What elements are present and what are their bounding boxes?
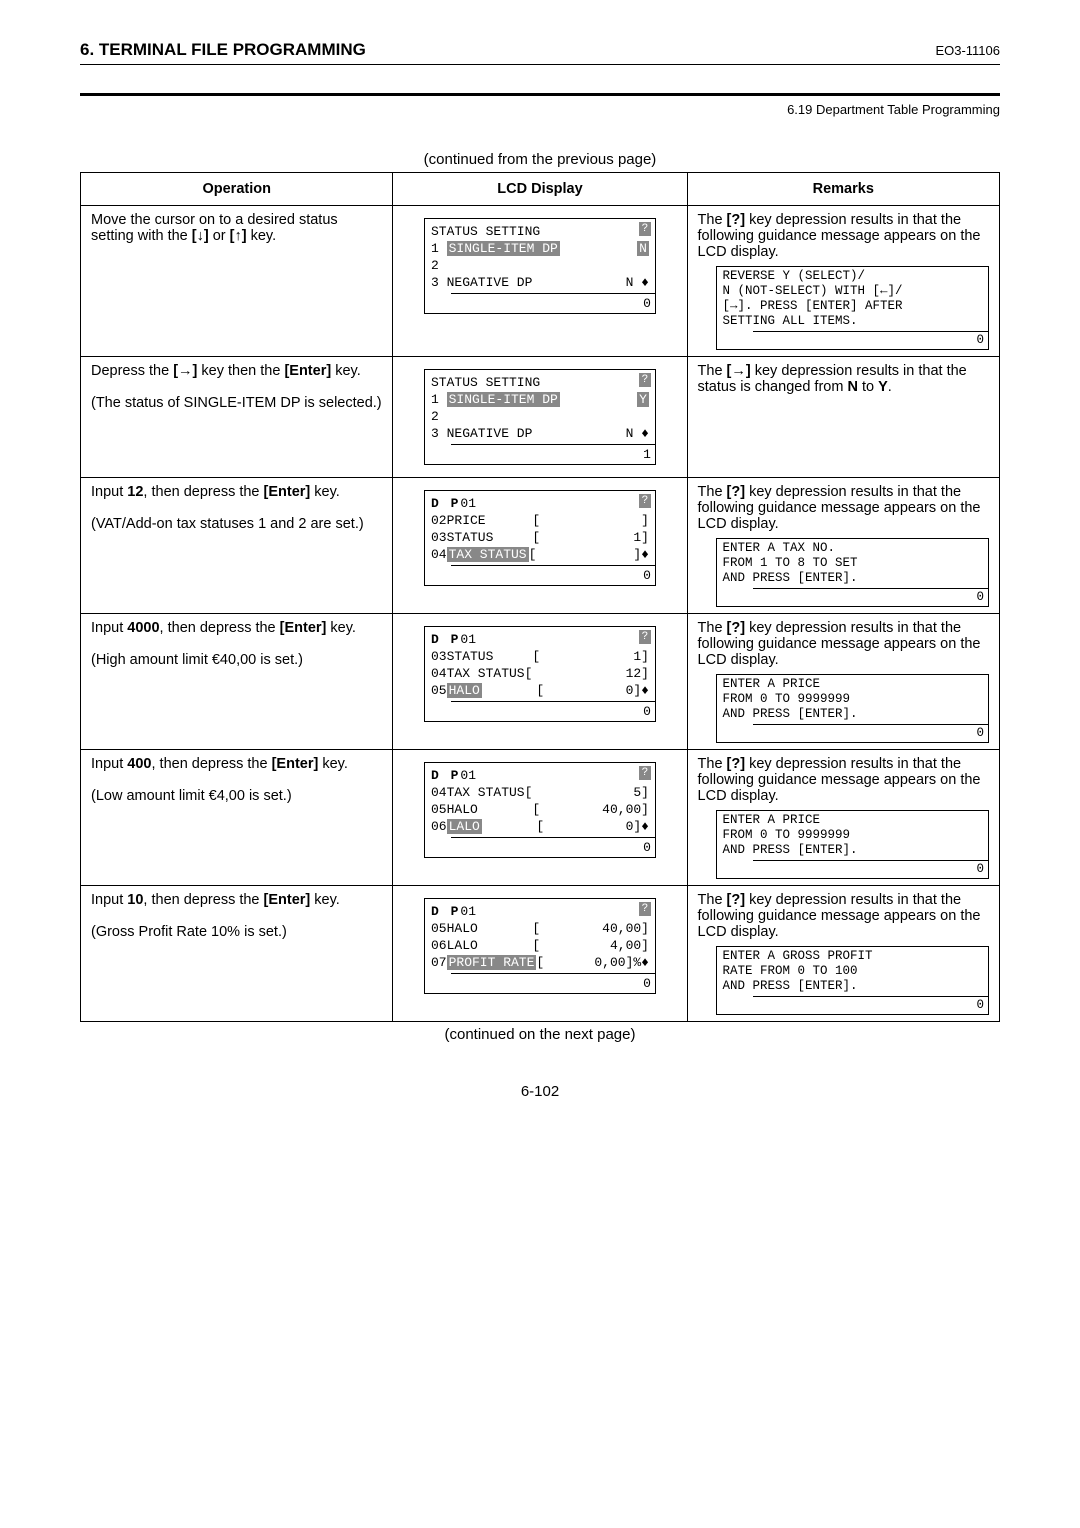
guidance-box: ENTER A GROSS PROFITRATE FROM 0 TO 100AN…	[716, 946, 989, 1015]
header-lcd: LCD Display	[393, 173, 687, 206]
lcd-cell: ?D P0103STATUS [1]04TAX STATUS[12]05HALO…	[393, 614, 687, 750]
operation-cell: Input 4000, then depress the [Enter] key…	[81, 614, 393, 750]
lcd-display: ?STATUS SETTING1 SINGLE-ITEM DPY23 NEGAT…	[424, 369, 656, 465]
lcd-display: ?D P0103STATUS [1]04TAX STATUS[12]05HALO…	[424, 626, 656, 722]
lcd-display: ?STATUS SETTING1 SINGLE-ITEM DPN23 NEGAT…	[424, 218, 656, 314]
lcd-display: ?D P0105HALO [40,00]06LALO [4,00]07PROFI…	[424, 898, 656, 994]
remarks-cell: The [?] key depression results in that t…	[687, 750, 999, 886]
help-indicator: ?	[639, 494, 651, 508]
header-operation: Operation	[81, 173, 393, 206]
help-indicator: ?	[639, 373, 651, 387]
help-indicator: ?	[639, 766, 651, 780]
continued-top: (continued from the previous page)	[80, 151, 1000, 168]
help-indicator: ?	[639, 630, 651, 644]
doc-code: EO3-11106	[935, 43, 1000, 58]
help-indicator: ?	[639, 222, 651, 236]
table-row: Move the cursor on to a desired status s…	[81, 206, 1000, 357]
table-row: Input 400, then depress the [Enter] key.…	[81, 750, 1000, 886]
subsection-title: 6.19 Department Table Programming	[80, 93, 1000, 117]
lcd-cell: ?STATUS SETTING1 SINGLE-ITEM DPY23 NEGAT…	[393, 357, 687, 478]
remarks-cell: The [?] key depression results in that t…	[687, 614, 999, 750]
guidance-box: ENTER A PRICEFROM 0 TO 9999999AND PRESS …	[716, 674, 989, 743]
guidance-box: REVERSE Y (SELECT)/N (NOT-SELECT) WITH […	[716, 266, 989, 350]
lcd-cell: ?D P0102PRICE []03STATUS [1]04TAX STATUS…	[393, 478, 687, 614]
table-row: Input 4000, then depress the [Enter] key…	[81, 614, 1000, 750]
lcd-display: ?D P0102PRICE []03STATUS [1]04TAX STATUS…	[424, 490, 656, 586]
section-title: 6. TERMINAL FILE PROGRAMMING	[80, 40, 366, 60]
table-row: Input 10, then depress the [Enter] key.(…	[81, 886, 1000, 1022]
operation-cell: Input 12, then depress the [Enter] key.(…	[81, 478, 393, 614]
remarks-cell: The [?] key depression results in that t…	[687, 206, 999, 357]
lcd-cell: ?D P0105HALO [40,00]06LALO [4,00]07PROFI…	[393, 886, 687, 1022]
lcd-display: ?D P0104TAX STATUS[5]05HALO [40,00]06LAL…	[424, 762, 656, 858]
operation-cell: Input 400, then depress the [Enter] key.…	[81, 750, 393, 886]
guidance-box: ENTER A TAX NO.FROM 1 TO 8 TO SETAND PRE…	[716, 538, 989, 607]
operation-cell: Depress the [→] key then the [Enter] key…	[81, 357, 393, 478]
lcd-cell: ?D P0104TAX STATUS[5]05HALO [40,00]06LAL…	[393, 750, 687, 886]
lcd-cell: ?STATUS SETTING1 SINGLE-ITEM DPN23 NEGAT…	[393, 206, 687, 357]
table-row: Input 12, then depress the [Enter] key.(…	[81, 478, 1000, 614]
remarks-cell: The [?] key depression results in that t…	[687, 478, 999, 614]
page-number: 6-102	[80, 1083, 1000, 1100]
remarks-cell: The [?] key depression results in that t…	[687, 886, 999, 1022]
operation-cell: Move the cursor on to a desired status s…	[81, 206, 393, 357]
remarks-cell: The [→] key depression results in that t…	[687, 357, 999, 478]
programming-table: Operation LCD Display Remarks Move the c…	[80, 172, 1000, 1022]
header-remarks: Remarks	[687, 173, 999, 206]
guidance-box: ENTER A PRICEFROM 0 TO 9999999AND PRESS …	[716, 810, 989, 879]
continued-bottom: (continued on the next page)	[80, 1026, 1000, 1043]
operation-cell: Input 10, then depress the [Enter] key.(…	[81, 886, 393, 1022]
help-indicator: ?	[639, 902, 651, 916]
table-row: Depress the [→] key then the [Enter] key…	[81, 357, 1000, 478]
